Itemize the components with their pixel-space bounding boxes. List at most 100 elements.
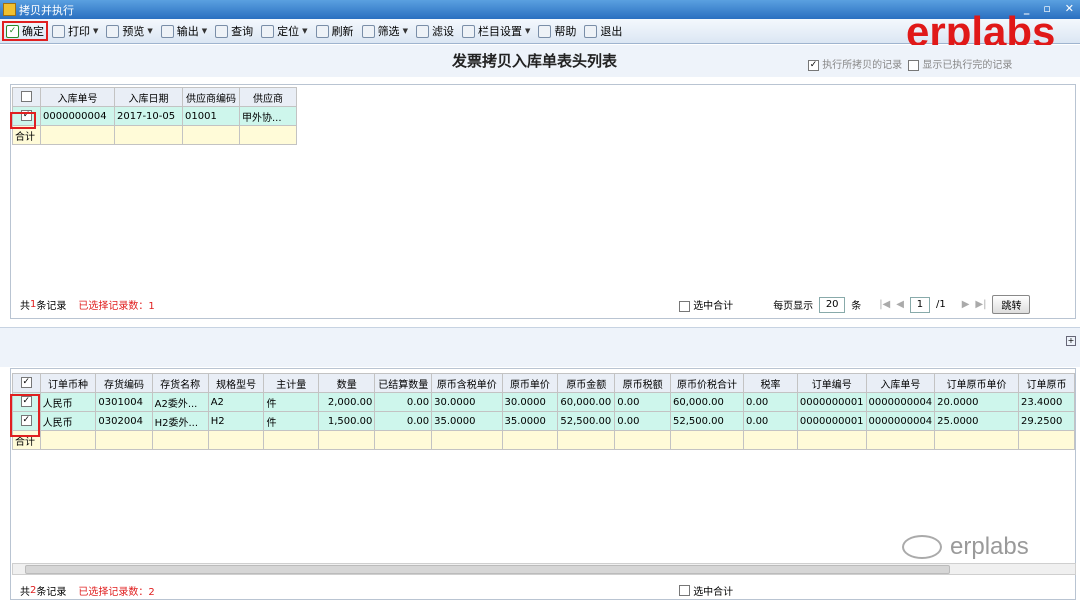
cell: 人民币 [39, 392, 97, 412]
col-header[interactable]: 原币单价 [501, 373, 559, 393]
expand-icon[interactable]: + [1066, 336, 1076, 346]
col-header[interactable]: 入库单号 [40, 87, 115, 107]
cell: 30.0000 [501, 392, 559, 412]
col-header[interactable]: 存货名称 [151, 373, 209, 393]
highlight-box [10, 112, 36, 129]
col-header[interactable]: 原币价税合计 [669, 373, 745, 393]
cell: 01001 [182, 106, 240, 126]
col-header[interactable]: 供应商 [239, 87, 297, 107]
col-header[interactable]: 已结算数量 [374, 373, 433, 393]
printer-icon [52, 24, 65, 38]
cell: 件 [263, 411, 320, 431]
select-total-toggle[interactable]: 选中合计 [679, 297, 733, 312]
toolbar-button-filter[interactable]: 筛选 ▼ [358, 21, 412, 41]
pager: 选中合计 每页显示 20 条 |◀ ◀ 1 /1 ▶ ▶| 跳转 [679, 295, 1031, 314]
chevron-down-icon[interactable]: ▼ [525, 27, 530, 35]
page-input[interactable]: 1 [909, 296, 930, 313]
cell: 60,000.00 [557, 392, 616, 412]
chevron-down-icon[interactable]: ▼ [302, 27, 307, 35]
exit-icon [584, 24, 598, 38]
toolbar-label: 查询 [231, 25, 254, 38]
col-header[interactable]: 入库日期 [114, 87, 183, 107]
cell: 0.00 [374, 392, 433, 412]
table-header-row: ✓ 订单币种 存货编码 存货名称 规格型号 主计量 数量 已结算数量 原币含税单价 原币单价 原币金… [12, 373, 1075, 393]
toolbar-label: 确定 [22, 25, 44, 38]
col-header[interactable]: 供应商编码 [182, 87, 240, 107]
toolbar-button-refresh[interactable]: 刷新 [312, 21, 358, 41]
horizontal-scrollbar[interactable] [12, 563, 1076, 575]
toolbar-button-exit[interactable]: 退出 [580, 21, 626, 41]
filter-icon [361, 24, 375, 38]
cell: 0301004 [95, 392, 153, 412]
col-header[interactable]: 订单编号 [796, 373, 867, 393]
window-title: 拷贝并执行 [19, 3, 74, 17]
table-row[interactable]: ✓ 0000000004 2017-10-05 01001 甲外协... [12, 106, 297, 126]
cell: 0.00 [743, 392, 798, 412]
chevron-down-icon[interactable]: ▼ [147, 27, 152, 35]
cell: 0000000004 [40, 106, 115, 126]
cell: 0000000001 [796, 392, 867, 412]
chevron-down-icon[interactable]: ▼ [93, 27, 98, 35]
toolbar-button-preview[interactable]: 预览 ▼ [102, 21, 156, 41]
select-total-toggle[interactable]: 选中合计 [679, 583, 733, 598]
splitter[interactable]: + [0, 327, 1080, 367]
prev-page-icon[interactable]: ◀ [896, 299, 904, 310]
toolbar-button-check[interactable]: ✓ 确定 [2, 21, 48, 41]
per-page-input[interactable]: 20 [819, 296, 846, 313]
next-page-icon[interactable]: ▶ [962, 299, 970, 310]
jump-button[interactable]: 跳转 [992, 295, 1031, 314]
chevron-down-icon[interactable]: ▼ [403, 27, 408, 35]
checkbox-icon[interactable] [679, 585, 690, 596]
toolbar-button-printer[interactable]: 打印 ▼ [48, 21, 102, 41]
col-header[interactable]: 税率 [743, 373, 798, 393]
cell: 人民币 [39, 411, 97, 431]
col-header[interactable]: 原币金额 [557, 373, 616, 393]
col-header[interactable]: 主计量 [263, 373, 320, 393]
cell: A2委外... [151, 392, 209, 412]
col-header[interactable]: 数量 [318, 373, 376, 393]
cell: 0.00 [374, 411, 433, 431]
toolbar-button-locate[interactable]: 定位 ▼ [257, 21, 311, 41]
col-header[interactable]: 原币税额 [614, 373, 671, 393]
page-title: 发票拷贝入库单表头列表 [452, 52, 618, 70]
checkbox-icon[interactable] [908, 59, 920, 71]
select-all-checkbox[interactable]: ✓ [12, 373, 41, 393]
wechat-icon [902, 535, 942, 559]
last-page-icon[interactable]: ▶| [975, 299, 986, 310]
toolbar-label: 帮助 [554, 25, 577, 38]
chevron-down-icon[interactable]: ▼ [202, 27, 207, 35]
cell: 35.0000 [431, 411, 503, 431]
option-show-done[interactable]: 显示已执行完的记录 [908, 56, 1012, 71]
col-header[interactable]: 订单原币 [1017, 373, 1075, 393]
col-header[interactable]: 订单币种 [39, 373, 97, 393]
header-options: ✓ 执行所拷贝的记录 显示已执行完的记录 [808, 56, 1012, 71]
toolbar-button-filter-settings[interactable]: 滤设 [412, 21, 458, 41]
close-button[interactable]: ✕ [1065, 2, 1074, 15]
col-header[interactable]: 入库单号 [865, 373, 936, 393]
toolbar-button-help[interactable]: 帮助 [534, 21, 580, 41]
cell: 0000000001 [796, 411, 867, 431]
col-header[interactable]: 存货编码 [95, 373, 153, 393]
cell: 2,000.00 [318, 392, 376, 412]
toolbar-label: 打印 [68, 25, 90, 38]
toolbar-label: 退出 [600, 25, 623, 38]
table-row[interactable]: ✓ 人民币 0301004 A2委外... A2 件 2,000.00 0.00 30.0000… [12, 392, 1075, 412]
scrollbar-thumb[interactable] [25, 565, 950, 574]
col-header[interactable]: 原币含税单价 [431, 373, 503, 393]
cell: 2017-10-05 [114, 106, 183, 126]
checkbox-icon[interactable]: ✓ [808, 59, 819, 71]
select-all-checkbox[interactable] [12, 87, 41, 107]
cell: 52,500.00 [557, 411, 616, 431]
first-page-icon[interactable]: |◀ [879, 299, 890, 310]
toolbar-button-search[interactable]: 查询 [211, 21, 257, 41]
toolbar-button-column-settings[interactable]: 栏目设置 ▼ [458, 21, 534, 41]
header-list-table: 入库单号 入库日期 供应商编码 供应商 ✓ 0000000004 2017-10… [12, 87, 297, 145]
toolbar-label: 栏目设置 [477, 25, 522, 38]
cell: 件 [263, 392, 320, 412]
toolbar-button-export[interactable]: 输出 ▼ [157, 21, 211, 41]
option-copy-records[interactable]: ✓ 执行所拷贝的记录 [808, 56, 902, 71]
col-header[interactable]: 规格型号 [207, 373, 265, 393]
col-header[interactable]: 订单原币单价 [934, 373, 1019, 393]
table-row[interactable]: ✓ 人民币 0302004 H2委外... H2 件 1,500.00 0.00 35.0000… [12, 411, 1075, 431]
cell: 0302004 [95, 411, 153, 431]
